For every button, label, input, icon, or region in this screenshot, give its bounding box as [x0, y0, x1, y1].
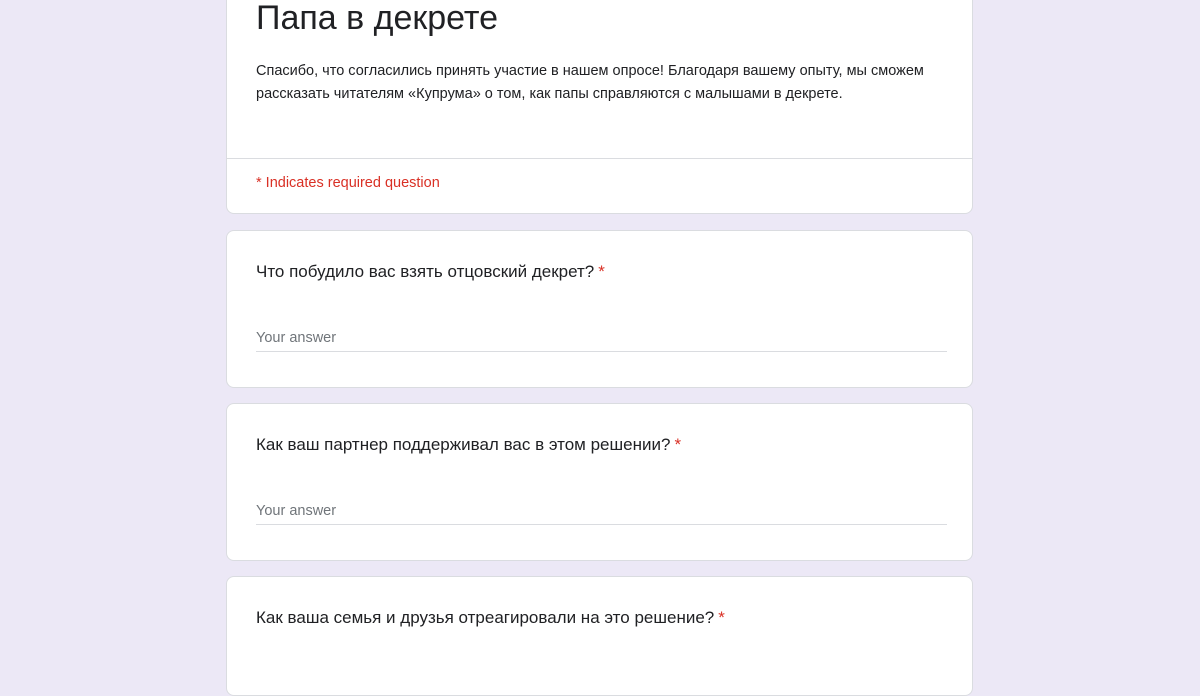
required-asterisk: * — [674, 435, 682, 454]
question-title: Что побудило вас взять отцовский декрет?… — [256, 262, 605, 282]
required-asterisk: * — [598, 262, 605, 281]
answer-input[interactable] — [256, 497, 947, 525]
question-title: Как ваша семья и друзья отреагировали на… — [256, 608, 725, 628]
header-divider — [227, 158, 972, 159]
question-title: Как ваш партнер поддерживал вас в этом р… — [256, 435, 681, 455]
form-description: Спасибо, что согласились принять участие… — [256, 63, 924, 102]
question-text: Как ваша семья и друзья отреагировали на… — [256, 608, 715, 627]
required-question-note: * Indicates required question — [256, 175, 440, 191]
form-title: Папа в декрете — [256, 0, 499, 37]
question-card-2: Как ваш партнер поддерживал вас в этом р… — [226, 403, 973, 561]
answer-input[interactable] — [256, 324, 947, 352]
required-asterisk: * — [718, 608, 725, 627]
question-text: Как ваш партнер поддерживал вас в этом р… — [256, 435, 671, 454]
question-card-1: Что побудило вас взять отцовский декрет?… — [226, 230, 973, 388]
question-text: Что побудило вас взять отцовский декрет? — [256, 262, 595, 281]
question-card-3: Как ваша семья и друзья отреагировали на… — [226, 576, 973, 696]
form-header-card: Папа в декрете Спасибо, что согласились … — [226, 0, 973, 214]
